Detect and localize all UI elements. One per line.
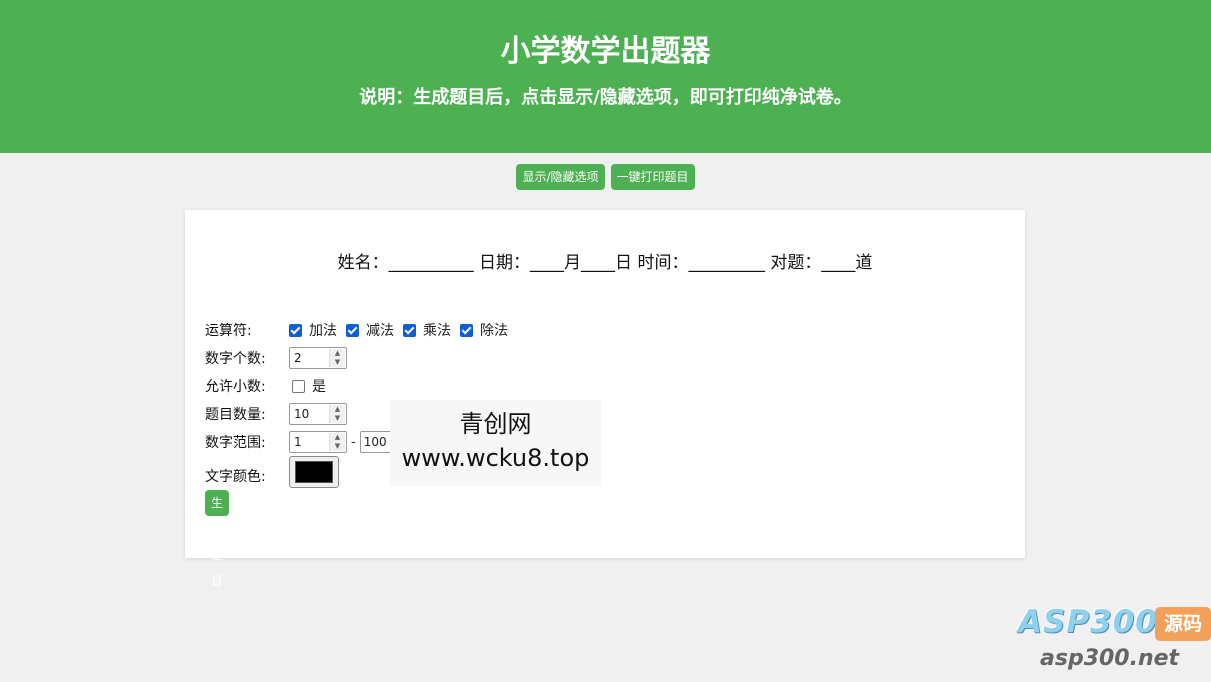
logo-brand: ASP300 — [1018, 604, 1158, 640]
student-info-line: 姓名：__________ 日期：____月____日 时间：_________… — [337, 253, 873, 273]
watermark-line2: www.wcku8.top — [401, 444, 590, 472]
question-count-value: 10 — [294, 407, 310, 421]
digit-count-input[interactable]: 2 ▲ ▼ — [289, 347, 347, 369]
print-button[interactable]: 一键打印题目 — [610, 164, 695, 190]
generate-button[interactable]: 生成题目 — [205, 490, 230, 588]
range-row: 数字范围: 1 ▲ ▼ - 100 — [205, 431, 394, 453]
logo-badge: 源码 — [1155, 607, 1211, 641]
range-label: 数字范围: — [205, 435, 266, 451]
range-min-spinner[interactable]: ▲ ▼ — [329, 433, 345, 451]
decimals-row: 允许小数: 是 — [205, 376, 326, 396]
operators-row: 运算符: 加法 减法 乘法 除法 — [205, 320, 517, 340]
text-color-label: 文字颜色: — [205, 469, 266, 485]
digit-count-value: 2 — [294, 351, 302, 365]
decimals-option-label: 是 — [312, 379, 326, 395]
question-count-label: 题目数量: — [205, 407, 266, 423]
range-min-value: 1 — [294, 435, 302, 449]
page-subtitle: 说明：生成题目后，点击显示/隐藏选项，即可打印纯净试卷。 — [359, 87, 852, 108]
multiply-checkbox[interactable] — [403, 323, 416, 337]
add-label: 加法 — [309, 323, 337, 339]
question-count-row: 题目数量: 10 ▲ ▼ — [205, 403, 347, 425]
toggle-options-button[interactable]: 显示/隐藏选项 — [516, 164, 605, 190]
decimals-checkbox[interactable] — [292, 379, 305, 393]
digit-count-row: 数字个数: 2 ▲ ▼ — [205, 347, 347, 369]
text-color-swatch — [295, 461, 333, 483]
watermark-overlay: 青创网 www.wcku8.top — [390, 400, 601, 486]
digit-count-spinner[interactable]: ▲ ▼ — [329, 349, 345, 367]
page-header: 小学数学出题器 说明：生成题目后，点击显示/隐藏选项，即可打印纯净试卷。 — [0, 0, 1211, 153]
page-title: 小学数学出题器 — [500, 34, 711, 69]
decimals-label: 允许小数: — [205, 379, 266, 395]
range-max-input[interactable]: 100 — [359, 431, 394, 453]
watermark-line1: 青创网 — [459, 410, 532, 438]
question-count-spinner[interactable]: ▲ ▼ — [329, 405, 345, 423]
range-max-value: 100 — [363, 435, 387, 449]
text-color-picker[interactable] — [289, 456, 339, 488]
question-count-input[interactable]: 10 ▲ ▼ — [289, 403, 347, 425]
toolbar: 显示/隐藏选项 一键打印题目 — [0, 164, 1211, 190]
multiply-label: 乘法 — [423, 323, 451, 339]
subtract-label: 减法 — [366, 323, 394, 339]
worksheet-card: 姓名：__________ 日期：____月____日 时间：_________… — [185, 210, 1025, 588]
digit-count-label: 数字个数: — [205, 351, 266, 367]
range-min-input[interactable]: 1 ▲ ▼ — [289, 431, 347, 453]
divide-checkbox[interactable] — [460, 323, 473, 337]
site-logo: ASP300 源码 asp300.net — [1016, 604, 1211, 682]
add-checkbox[interactable] — [289, 323, 302, 337]
operators-label: 运算符: — [205, 323, 252, 339]
subtract-checkbox[interactable] — [346, 323, 359, 337]
divide-label: 除法 — [480, 323, 508, 339]
logo-url: asp300.net — [1040, 646, 1180, 671]
text-color-row: 文字颜色: — [205, 456, 339, 488]
range-separator: - — [351, 434, 356, 450]
